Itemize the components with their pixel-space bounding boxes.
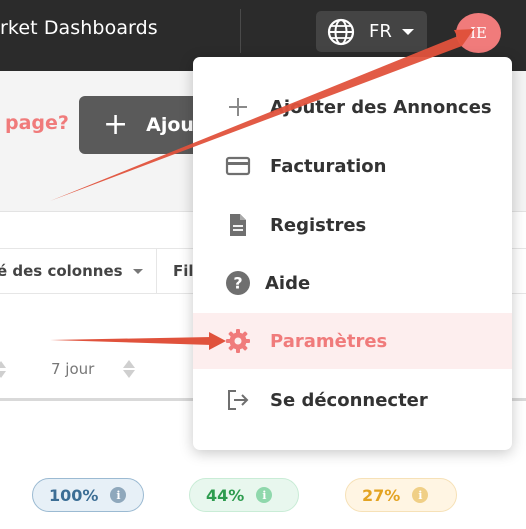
menu-item-label: Registres [270, 214, 367, 236]
chevron-down-icon [132, 268, 143, 274]
menu-item-add-listings[interactable]: Ajouter des Annonces [193, 79, 512, 135]
help-circle-icon: ? [226, 271, 250, 295]
toolbar-divider [156, 249, 157, 293]
menu-item-billing[interactable]: Facturation [193, 138, 512, 194]
menu-item-settings[interactable]: Paramètres [193, 313, 512, 369]
column-header-7-days[interactable]: 7 jour [51, 360, 94, 378]
globe-icon [327, 18, 355, 45]
logout-icon [228, 390, 249, 410]
document-icon [230, 214, 246, 236]
language-label: FR [369, 21, 392, 42]
svg-text:?: ? [233, 274, 242, 293]
menu-item-help[interactable]: ? Aide [193, 255, 512, 311]
sort-icon[interactable] [122, 358, 136, 380]
column-visibility-label: é des colonnes [0, 262, 123, 280]
menu-item-logout[interactable]: Se déconnecter [193, 372, 512, 428]
avatar[interactable]: IE [456, 13, 501, 53]
menu-item-label: Facturation [270, 155, 387, 177]
stat-pill: 44% i [189, 478, 299, 512]
info-icon[interactable]: i [412, 487, 429, 503]
column-visibility-dropdown[interactable]: é des colonnes [0, 262, 143, 280]
language-selector[interactable]: FR [316, 11, 427, 52]
plus-icon: + [103, 107, 129, 142]
stat-value: 44% [206, 485, 245, 505]
menu-item-records[interactable]: Registres [193, 197, 512, 253]
plus-icon [229, 98, 247, 116]
menu-item-label: Ajouter des Annonces [270, 96, 492, 118]
stat-pill: 100% i [32, 478, 144, 512]
stat-value: 100% [49, 485, 99, 505]
menu-item-label: Paramètres [270, 330, 388, 352]
help-question-text[interactable]: page? [5, 112, 69, 134]
stat-pill: 27% i [345, 478, 457, 512]
info-icon[interactable]: i [256, 487, 273, 503]
chevron-down-icon [401, 28, 414, 35]
filter-button[interactable]: Fil [173, 262, 194, 280]
menu-item-label: Se déconnecter [270, 389, 428, 411]
credit-card-icon [225, 156, 251, 176]
topbar-divider [240, 9, 241, 53]
gear-icon [226, 329, 250, 353]
app-title: rket Dashboards [0, 17, 158, 39]
user-menu-dropdown: Ajouter des Annonces Facturation Registr… [193, 57, 512, 450]
menu-item-label: Aide [265, 272, 311, 294]
sort-icon[interactable] [0, 358, 6, 380]
info-icon[interactable]: i [110, 487, 127, 503]
stat-value: 27% [362, 485, 401, 505]
